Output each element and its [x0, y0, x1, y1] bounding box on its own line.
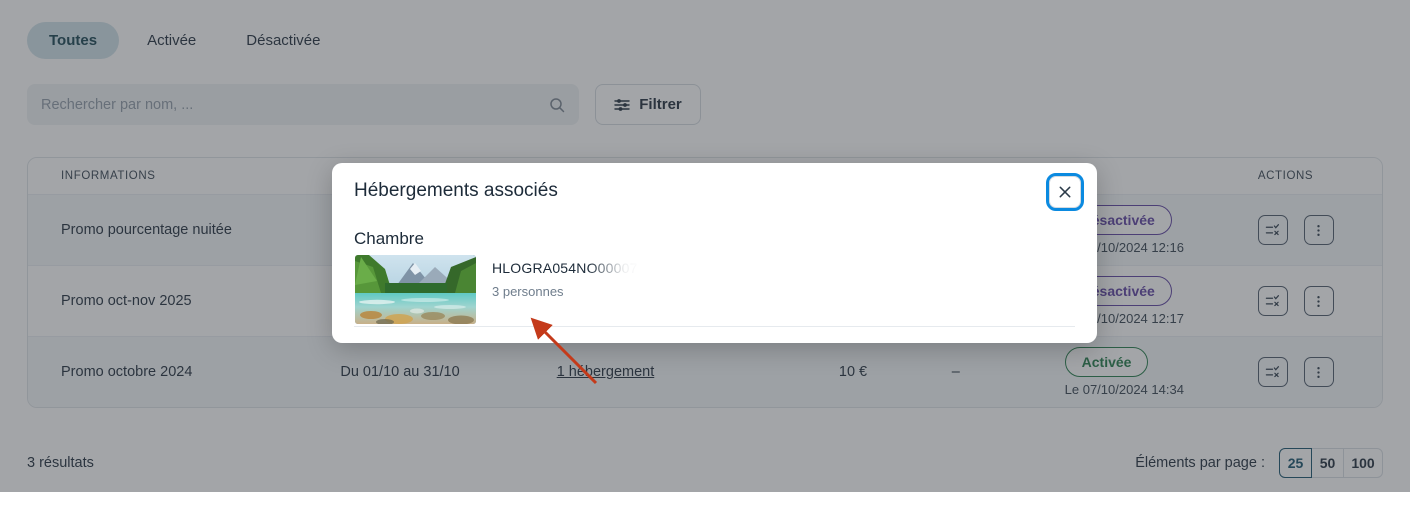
page-bottom-strip [0, 492, 1410, 506]
lodging-code: HLOGRA054NO00007 [492, 260, 638, 276]
lodging-capacity: 3 personnes [492, 284, 564, 299]
list-item[interactable]: HLOGRA054NO00007 3 personnes [355, 255, 640, 324]
associated-lodgings-modal: Hébergements associés Chambre HLOGRA054N… [332, 163, 1097, 343]
lodging-type-title: Chambre [354, 229, 424, 248]
modal-title: Hébergements associés [354, 180, 558, 201]
app-root: Toutes Activée Désactivée Rechercher par… [0, 0, 1410, 506]
close-icon[interactable] [1046, 173, 1084, 211]
lodging-details: HLOGRA054NO00007 3 personnes [492, 255, 640, 299]
modal-divider [354, 326, 1075, 327]
lodging-thumbnail [355, 255, 476, 324]
lodging-code-wrap: HLOGRA054NO00007 [492, 260, 640, 276]
